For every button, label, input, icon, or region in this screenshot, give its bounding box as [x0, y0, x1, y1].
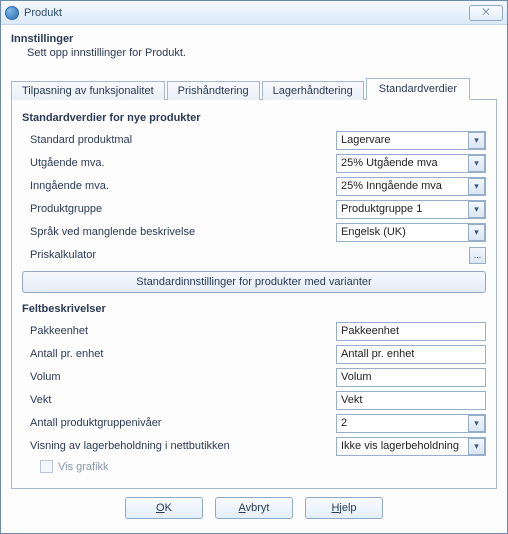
label-vat-out: Utgående mva.: [22, 157, 336, 169]
row-show-graphics: Vis grafikk: [22, 460, 486, 473]
titlebar: Produkt ⨉: [1, 1, 507, 25]
combo-group-levels[interactable]: 2 ▾: [336, 414, 486, 433]
label-group: Produktgruppe: [22, 203, 336, 215]
row-weight: Vekt Vekt: [22, 390, 486, 410]
input-volume[interactable]: Volum: [336, 368, 486, 387]
dialog-window: Produkt ⨉ Innstillinger Sett opp innstil…: [0, 0, 508, 534]
chevron-down-icon: ▾: [468, 201, 485, 218]
chevron-down-icon: ▾: [468, 438, 485, 455]
label-per-unit: Antall pr. enhet: [22, 348, 336, 360]
row-group-levels: Antall produktgruppenivåer 2 ▾: [22, 413, 486, 433]
label-volume: Volum: [22, 371, 336, 383]
combo-lang[interactable]: Engelsk (UK) ▾: [336, 223, 486, 242]
label-group-levels: Antall produktgruppenivåer: [22, 417, 336, 429]
label-stock-show: Visning av lagerbeholdning i nettbutikke…: [22, 440, 336, 452]
label-template: Standard produktmal: [22, 134, 336, 146]
label-lang: Språk ved manglende beskrivelse: [22, 226, 336, 238]
combo-vat-in[interactable]: 25% Inngående mva ▾: [336, 177, 486, 196]
content-area: Innstillinger Sett opp innstillinger for…: [1, 25, 507, 533]
input-pack-unit[interactable]: Pakkeenhet: [336, 322, 486, 341]
row-volume: Volum Volum: [22, 367, 486, 387]
row-per-unit: Antall pr. enhet Antall pr. enhet: [22, 344, 486, 364]
combo-stock-show[interactable]: Ikke vis lagerbeholdning ▾: [336, 437, 486, 456]
row-vat-out: Utgående mva. 25% Utgående mva ▾: [22, 153, 486, 173]
chevron-down-icon: ▾: [468, 132, 485, 149]
chevron-down-icon: ▾: [468, 155, 485, 172]
row-vat-in: Inngående mva. 25% Inngående mva ▾: [22, 176, 486, 196]
cancel-button[interactable]: Avbryt: [215, 497, 293, 519]
tab-defaults[interactable]: Standardverdier: [366, 78, 470, 100]
row-group: Produktgruppe Produktgruppe 1 ▾: [22, 199, 486, 219]
pricecalc-browse-button[interactable]: ...: [469, 247, 486, 264]
defaults-section-title: Standardverdier for nye produkter: [22, 112, 486, 124]
chevron-down-icon: ▾: [468, 415, 485, 432]
row-template: Standard produktmal Lagervare ▾: [22, 130, 486, 150]
input-weight[interactable]: Vekt: [336, 391, 486, 410]
row-pack-unit: Pakkeenhet Pakkeenhet: [22, 321, 486, 341]
close-icon: ⨉: [482, 7, 489, 17]
fields-section-title: Feltbeskrivelser: [22, 303, 486, 315]
settings-heading: Innstillinger: [11, 33, 497, 45]
dialog-footer: OK Avbryt Hjelp: [11, 489, 497, 529]
app-icon: [5, 6, 19, 20]
ok-button[interactable]: OK: [125, 497, 203, 519]
close-button[interactable]: ⨉: [469, 5, 503, 21]
input-per-unit[interactable]: Antall pr. enhet: [336, 345, 486, 364]
row-lang: Språk ved manglende beskrivelse Engelsk …: [22, 222, 486, 242]
help-button[interactable]: Hjelp: [305, 497, 383, 519]
checkbox-show-graphics[interactable]: [40, 460, 53, 473]
label-vat-in: Inngående mva.: [22, 180, 336, 192]
row-stock-show: Visning av lagerbeholdning i nettbutikke…: [22, 436, 486, 456]
label-pack-unit: Pakkeenhet: [22, 325, 336, 337]
tab-panel-defaults: Standardverdier for nye produkter Standa…: [11, 100, 497, 489]
window-title: Produkt: [24, 7, 62, 19]
combo-vat-out[interactable]: 25% Utgående mva ▾: [336, 154, 486, 173]
tab-pricing[interactable]: Prishåndtering: [167, 81, 260, 100]
variant-defaults-button[interactable]: Standardinnstillinger for produkter med …: [22, 271, 486, 293]
tab-inventory[interactable]: Lagerhåndtering: [262, 81, 364, 100]
label-show-graphics: Vis grafikk: [58, 461, 109, 473]
tab-bar: Tilpasning av funksjonalitet Prishåndter…: [11, 77, 497, 100]
chevron-down-icon: ▾: [468, 178, 485, 195]
combo-group[interactable]: Produktgruppe 1 ▾: [336, 200, 486, 219]
tab-functionality[interactable]: Tilpasning av funksjonalitet: [11, 81, 165, 100]
row-pricecalc: Priskalkulator ...: [22, 245, 486, 265]
chevron-down-icon: ▾: [468, 224, 485, 241]
label-weight: Vekt: [22, 394, 336, 406]
label-pricecalc: Priskalkulator: [22, 249, 336, 261]
combo-template[interactable]: Lagervare ▾: [336, 131, 486, 150]
settings-subtitle: Sett opp innstillinger for Produkt.: [27, 47, 497, 59]
